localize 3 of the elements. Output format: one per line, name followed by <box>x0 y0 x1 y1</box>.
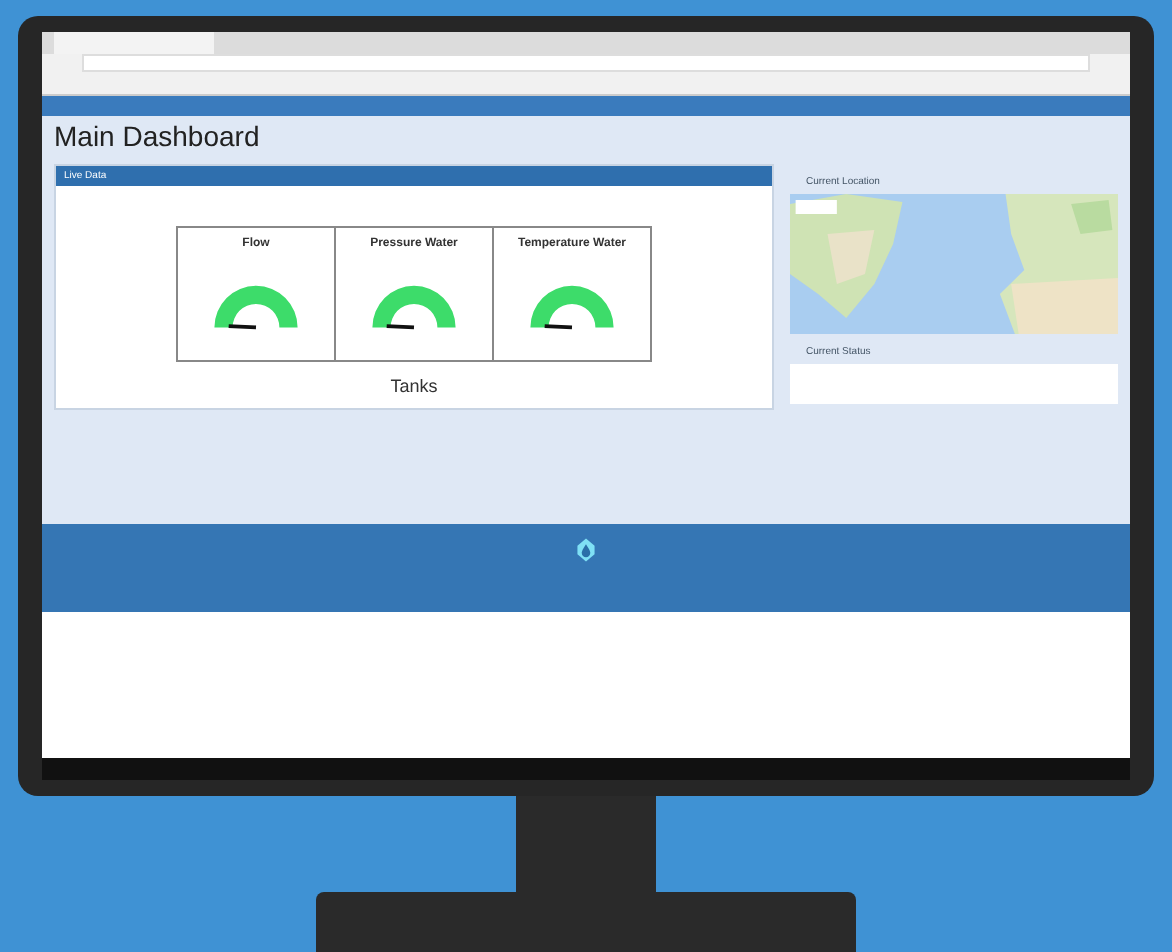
page-title: Main Dashboard <box>54 118 262 156</box>
drop-icon <box>576 536 596 564</box>
tanks-label: Tanks <box>390 376 438 396</box>
